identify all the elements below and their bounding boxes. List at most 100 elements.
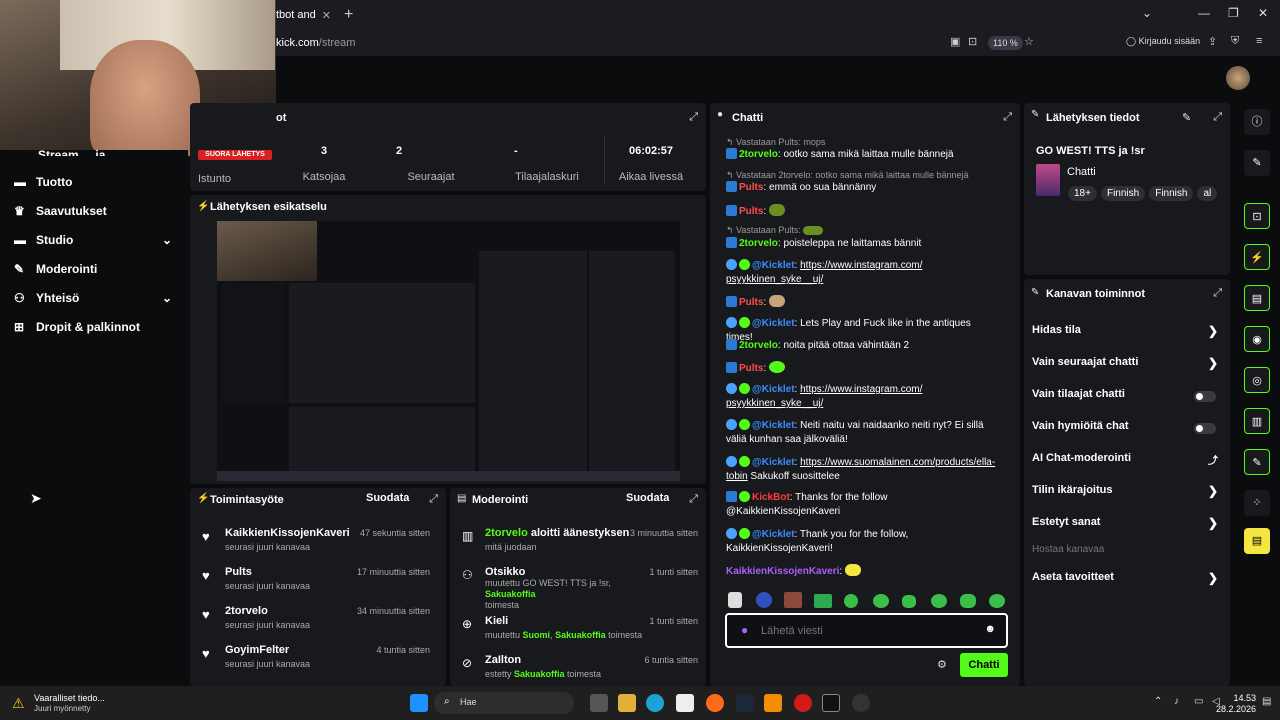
clock-date[interactable]: 28.2.2026 — [1214, 704, 1256, 714]
emote-icon[interactable] — [989, 594, 1005, 608]
chat-settings-icon[interactable]: ⚙ — [937, 658, 947, 671]
user-avatar[interactable] — [1226, 66, 1250, 90]
subscribers-only-option[interactable]: Vain tilaajat chatti — [1032, 388, 1222, 404]
menu-icon[interactable]: ≡ — [1256, 35, 1262, 47]
chat-username[interactable]: @Kicklet — [752, 420, 795, 431]
mod-user[interactable]: Sakuakoffia — [555, 630, 606, 640]
mod-item-name[interactable]: ZaIlton — [485, 654, 521, 666]
slow-mode-option[interactable]: Hidas tila ❯ — [1032, 324, 1222, 340]
followers-only-option[interactable]: Vain seuraajat chatti ❯ — [1032, 356, 1222, 372]
emote-icon[interactable] — [784, 592, 802, 608]
emote-icon[interactable] — [756, 592, 772, 608]
chat-username[interactable]: KickBot — [752, 492, 790, 503]
edit-pencil-icon[interactable]: ✎ — [1182, 111, 1191, 124]
emote-icon[interactable] — [728, 592, 742, 608]
expand-icon[interactable]: ⤢ — [1213, 287, 1222, 300]
camera-icon[interactable]: ⊡ — [1244, 203, 1270, 229]
taskbar-search[interactable]: ⌕ Hae — [434, 692, 574, 714]
sidebar-item-tuotto[interactable]: ▬ Tuotto — [0, 167, 188, 196]
mod-user[interactable]: 2torvelo — [485, 527, 528, 539]
activity-user[interactable]: KaikkienKissojenKaveri — [225, 527, 350, 539]
sidebar-item-saavutukset[interactable]: ♛ Saavutukset — [0, 196, 188, 225]
chat-username[interactable]: @Kicklet — [752, 384, 795, 395]
sidebar-item-moderointi[interactable]: ✎ Moderointi — [0, 254, 188, 283]
set-goals-option[interactable]: Aseta tavoitteet ❯ — [1032, 571, 1222, 587]
document-icon[interactable]: ▤ — [1244, 285, 1270, 311]
activity-user[interactable]: Pults — [225, 566, 252, 578]
sidebar-item-partial[interactable]: Stream ... ja ... — [38, 148, 158, 156]
send-chat-button[interactable]: Chatti — [960, 653, 1008, 677]
layout-icon[interactable]: ▥ — [1244, 408, 1270, 434]
tag-chip[interactable]: Finnish — [1149, 186, 1194, 201]
ai-moderation-option[interactable]: AI Chat-moderointi ⤴ — [1032, 452, 1222, 468]
chat-username[interactable]: 2torvelo — [739, 340, 778, 351]
notification-title[interactable]: Vaaralliset tiedo... — [34, 693, 105, 703]
chat-username[interactable]: 2torvelo — [739, 149, 778, 160]
screenshot-icon[interactable]: ⊡ — [968, 35, 977, 48]
chat-link[interactable]: https://www.instagram.com/ — [800, 260, 922, 271]
broadcast-icon[interactable]: ◎ — [1244, 367, 1270, 393]
tray-chevron-icon[interactable]: ⌃ — [1154, 696, 1162, 707]
edit-icon[interactable]: ✎ — [1244, 150, 1270, 176]
mod-user[interactable]: Sakuakoffia — [514, 669, 565, 679]
emotes-only-toggle[interactable] — [1194, 423, 1216, 434]
emote-icon[interactable] — [960, 594, 976, 608]
emote-icon[interactable] — [931, 594, 947, 608]
expand-icon[interactable]: ⤢ — [429, 493, 438, 506]
sidebar-item-studio[interactable]: ▬ Studio ⌄ — [0, 225, 188, 254]
wrench-icon[interactable]: ✎ — [1244, 449, 1270, 475]
chat-input-box[interactable]: ● ☻ — [725, 613, 1008, 648]
chat-link[interactable]: tobin — [726, 471, 748, 482]
address-bar[interactable]: kick.com/stream ▣ ⊡ 110 % ☆ ◯ Kirjaudu s… — [276, 32, 1280, 54]
lightning-icon[interactable]: ⚡ — [1244, 244, 1270, 270]
info-icon[interactable]: ⓘ — [1244, 109, 1270, 135]
chat-input[interactable] — [761, 623, 961, 639]
zoom-level[interactable]: 110 % — [988, 36, 1023, 50]
vlc-icon[interactable] — [764, 694, 782, 712]
expand-icon[interactable]: ⤢ — [689, 111, 698, 124]
emoji-icon[interactable]: ☻ — [984, 623, 996, 635]
emote-icon[interactable] — [814, 594, 832, 608]
chat-username[interactable]: Pults — [739, 182, 763, 193]
chat-username[interactable]: 2torvelo — [739, 238, 778, 249]
login-button[interactable]: ◯ Kirjaudu sisään — [1126, 36, 1200, 47]
close-tab-icon[interactable]: ✕ — [322, 9, 331, 22]
minimize-icon[interactable]: — — [1198, 6, 1210, 20]
chat-link[interactable]: https://www.suomalainen.com/products/ell… — [800, 457, 995, 468]
task-view-icon[interactable] — [590, 694, 608, 712]
shield-icon[interactable]: ⛨ — [1231, 35, 1239, 48]
network-icon[interactable]: ▭ — [1194, 696, 1203, 707]
terminal-icon[interactable] — [822, 694, 840, 712]
chat-link[interactable]: psyykkinen_syke__uj/ — [726, 398, 823, 409]
chat-username[interactable]: Pults — [739, 297, 763, 308]
chat-username[interactable]: KaikkienKissojenKaveri — [726, 566, 839, 577]
chat-username[interactable]: @Kicklet — [752, 318, 795, 329]
sidebar-item-yhteiso[interactable]: ⚇ Yhteisö ⌄ — [0, 283, 188, 312]
mic-tray-icon[interactable]: ♪ — [1174, 696, 1179, 707]
browser-tab[interactable]: tbot and ✕ — [276, 1, 338, 29]
edge-icon[interactable] — [646, 694, 664, 712]
steam-icon[interactable] — [736, 694, 754, 712]
notifications-icon[interactable]: ▤ — [1262, 696, 1271, 707]
chat-bubble-icon[interactable]: ◉ — [1244, 326, 1270, 352]
clock-time[interactable]: 14.53 — [1224, 693, 1256, 703]
bookmark-star-icon[interactable]: ☆ — [1024, 35, 1034, 48]
extensions-icon[interactable]: ⇪ — [1208, 35, 1217, 48]
file-explorer-icon[interactable] — [618, 694, 636, 712]
chat-username[interactable]: Pults — [739, 206, 763, 217]
expand-icon[interactable]: ⤢ — [1213, 111, 1222, 124]
store-icon[interactable] — [676, 694, 694, 712]
close-window-icon[interactable]: ✕ — [1258, 6, 1268, 20]
url-text[interactable]: kick.com/stream — [276, 37, 355, 49]
chat-link[interactable]: https://www.instagram.com/ — [800, 384, 922, 395]
microphone-icon[interactable]: ● — [741, 623, 748, 637]
opera-icon[interactable] — [794, 694, 812, 712]
tag-chip[interactable]: 18+ — [1068, 186, 1097, 201]
subscribers-only-toggle[interactable] — [1194, 391, 1216, 402]
dots-icon[interactable]: ⁘ — [1244, 490, 1270, 516]
sidebar-item-dropit[interactable]: ⊞ Dropit & palkinnot — [0, 312, 188, 341]
mod-user[interactable]: Sakuakoffia — [485, 589, 536, 599]
reader-icon[interactable]: ▣ — [950, 35, 960, 48]
moderation-filter-button[interactable]: Suodata — [626, 492, 669, 504]
expand-icon[interactable]: ⤢ — [1003, 111, 1012, 124]
